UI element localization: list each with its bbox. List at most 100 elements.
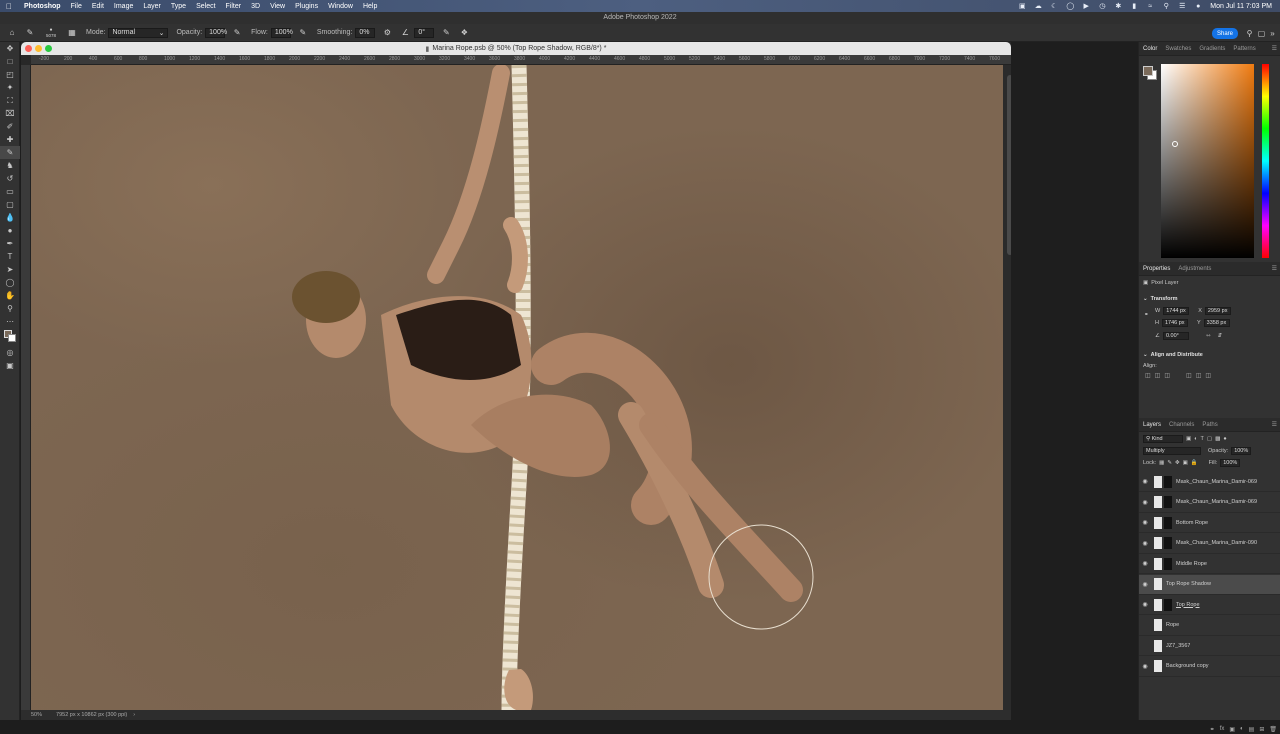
circle-icon[interactable]: ◯ [1066,2,1074,10]
minimize-window-button[interactable] [35,45,42,52]
layer-mask-thumbnail[interactable] [1164,475,1172,488]
visibility-eye-icon[interactable]: ◉ [1139,499,1151,506]
panel-menu-icon[interactable]: ☰ [1272,45,1277,52]
more-tools-icon[interactable]: ⋯ [0,315,20,328]
menu-help[interactable]: Help [363,3,377,10]
menu-window[interactable]: Window [328,3,353,10]
layer-row[interactable]: ◉ Bottom Rope [1139,513,1280,533]
moon-icon[interactable]: ☾ [1050,2,1058,10]
menu-filter[interactable]: Filter [226,3,242,10]
visibility-eye-icon[interactable]: ◉ [1139,519,1151,526]
visibility-eye-icon[interactable]: ◉ [1139,663,1151,670]
fx-icon[interactable]: fx [1220,726,1225,734]
brush-settings-icon[interactable]: ▦ [66,27,78,39]
siri-icon[interactable]: ● [1194,2,1202,10]
history-brush-tool-icon[interactable]: ↺ [0,172,20,185]
layer-name[interactable]: Bottom Rope [1176,520,1208,526]
y-field[interactable]: 3358 px [1203,319,1230,327]
tab-gradients[interactable]: Gradients [1195,46,1229,52]
airbrush-icon[interactable]: ✎ [297,27,309,39]
layer-row[interactable]: Rope [1139,616,1280,636]
hue-slider[interactable] [1262,64,1269,258]
width-field[interactable]: 1744 px [1163,307,1190,315]
angle-field[interactable]: 0° [414,27,435,38]
layer-name[interactable]: JZ7_3567 [1166,643,1190,649]
zoom-level[interactable]: 50% [31,712,42,718]
zoom-window-button[interactable] [45,45,52,52]
layer-thumbnail[interactable] [1154,516,1162,529]
x-field[interactable]: 2959 px [1204,307,1231,315]
vertical-ruler[interactable] [21,65,31,710]
layer-row[interactable]: ◉ Mask_Chaun_Marina_Damir-069 [1139,472,1280,492]
kind-filter-select[interactable]: ⚲ Kind [1143,435,1183,443]
layer-row[interactable]: ◉ Background copy [1139,657,1280,677]
layer-name[interactable]: Top Rope Shadow [1166,581,1211,587]
visibility-eye-icon[interactable]: ◉ [1139,601,1151,608]
type-tool-icon[interactable]: T [0,250,20,263]
lock-transparent-icon[interactable]: ▦ [1159,460,1164,466]
layer-name[interactable]: Mask_Chaun_Marina_Damir-090 [1176,540,1257,546]
layer-row[interactable]: ◉ Mask_Chaun_Marina_Damir-069 [1139,493,1280,513]
clock-text[interactable]: Mon Jul 11 7:03 PM [1210,3,1272,10]
visibility-eye-icon[interactable]: ◉ [1139,581,1151,588]
visibility-eye-icon[interactable]: ◉ [1139,540,1151,547]
layer-mask-thumbnail[interactable] [1164,516,1172,529]
height-field[interactable]: 1746 px [1161,319,1188,327]
pressure-size-icon[interactable]: ✎ [440,27,452,39]
layer-row[interactable]: JZ7_3567 [1139,636,1280,656]
gear-icon[interactable]: ⚙ [381,27,393,39]
collapse-icon[interactable]: » [1268,29,1277,38]
clock-icon[interactable]: ◷ [1098,2,1106,10]
layer-name[interactable]: Middle Rope [1176,561,1207,567]
vertical-scrollbar[interactable] [1003,65,1013,710]
layer-name[interactable]: Rope [1166,622,1179,628]
filter-smart-icon[interactable]: ▩ [1215,436,1220,442]
filter-pixel-icon[interactable]: ▣ [1186,436,1191,442]
tab-color[interactable]: Color [1139,46,1161,52]
tab-channels[interactable]: Channels [1165,422,1198,428]
layer-mask-thumbnail[interactable] [1164,557,1172,570]
link-layers-icon[interactable]: ⚭ [1210,726,1215,734]
horizontal-ruler[interactable]: -200 200 400 600 800 1000 1200 1400 1600 1800 2000… [31,55,1011,65]
flip-horizontal-icon[interactable]: ⇿ [1206,333,1211,339]
layer-thumbnail[interactable] [1154,537,1162,549]
status-chevron-icon[interactable]: › [133,712,135,718]
layer-thumbnail[interactable] [1154,660,1162,672]
tab-patterns[interactable]: Patterns [1229,46,1259,52]
lock-all-icon[interactable]: 🔒 [1191,460,1198,466]
menu-file[interactable]: File [71,3,82,10]
crop-tool-icon[interactable]: ⛶ [0,94,20,107]
bluetooth-icon[interactable]: ✱ [1114,2,1122,10]
panel-menu-icon[interactable]: ☰ [1272,265,1277,272]
filter-shape-icon[interactable]: ▢ [1207,436,1212,442]
layer-mask-thumbnail[interactable] [1164,496,1172,508]
zoom-tool-icon[interactable]: ⚲ [0,302,20,315]
layer-mask-thumbnail[interactable] [1164,537,1172,549]
search-icon[interactable]: ⚲ [1245,29,1254,38]
quick-mask-icon[interactable]: ◎ [0,346,20,359]
frame-tool-icon[interactable]: ⌧ [0,107,20,120]
tab-adjustments[interactable]: Adjustments [1174,266,1215,272]
layer-row[interactable]: ◉ Top Rope [1139,595,1280,615]
marquee-tool-icon[interactable]: □ [0,55,20,68]
smoothing-field[interactable]: 0% [355,27,376,38]
layer-name[interactable]: Top Rope [1176,602,1200,608]
tab-layers[interactable]: Layers [1139,422,1165,428]
flip-vertical-icon[interactable]: ⇵ [1218,333,1223,339]
lasso-tool-icon[interactable]: ◰ [0,68,20,81]
tab-paths[interactable]: Paths [1198,422,1221,428]
brush-tool-icon[interactable]: ✎ [0,146,20,159]
brush-tool-icon[interactable]: ✎ [24,27,36,39]
wifi-icon[interactable]: ≈ [1146,2,1154,10]
layer-name[interactable]: Mask_Chaun_Marina_Damir-069 [1176,499,1257,505]
home-icon[interactable]: ⌂ [6,27,18,39]
gradient-tool-icon[interactable]: ▢ [0,198,20,211]
link-icon[interactable]: ⚭ [1144,312,1149,318]
layer-name[interactable]: Mask_Chaun_Marina_Damir-069 [1176,479,1257,485]
layer-thumbnail[interactable] [1154,557,1162,570]
mode-select[interactable]: Normal ⌄ [108,27,169,38]
layer-thumbnail[interactable] [1154,578,1162,590]
adjustment-layer-icon[interactable]: ◐ [1240,726,1244,734]
add-mask-icon[interactable]: ▣ [1229,726,1235,734]
angle-field[interactable]: 0.00° [1162,332,1189,340]
